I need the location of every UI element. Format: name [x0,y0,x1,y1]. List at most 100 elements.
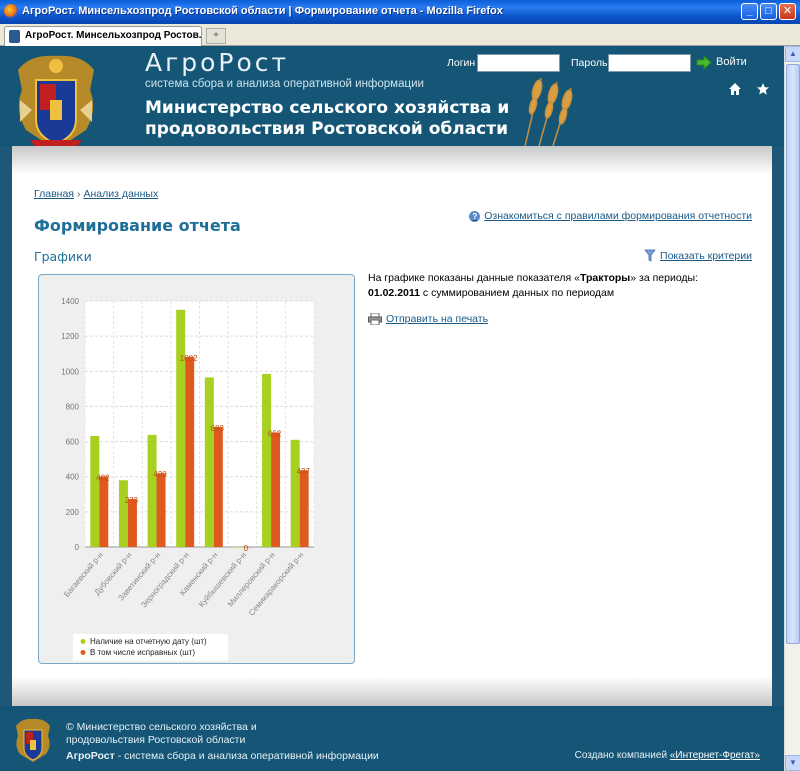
bar-total [262,373,272,547]
data-label: 1082 [180,354,198,363]
bar-working [299,470,309,547]
print-link[interactable]: Отправить на печать [368,313,488,325]
developer-link[interactable]: «Интернет-Фрегат» [670,750,760,761]
data-label: 0 [244,544,249,553]
question-icon: ? [469,210,481,222]
y-tick-label: 200 [66,508,80,517]
copyright-line-1: © Министерство сельского хозяйства и [66,721,257,733]
footer-system-desc: - система сбора и анализа оперативной ин… [114,750,379,762]
data-label: 273 [125,496,139,505]
tab-bar: АгроРост. Минсельхозпрод Ростов... + [0,24,800,46]
legend-marker [80,639,86,644]
y-tick-label: 1200 [61,332,79,341]
bar-total [204,377,214,547]
copyright-line-2: продовольствия Ростовской области [66,734,246,746]
data-label: 652 [268,429,282,438]
password-input[interactable] [608,54,691,72]
bar-working [127,499,137,547]
y-tick-label: 400 [66,473,80,482]
y-tick-label: 1000 [61,367,79,376]
breadcrumb-current-link[interactable]: Анализ данных [83,188,158,200]
x-tick-label: Семикаракорский р-н [247,551,305,618]
password-label: Пароль [571,57,608,69]
show-criteria-label: Показать критерии [660,249,752,262]
wheat-decoration-icon [524,77,573,146]
bar-total [233,547,243,548]
y-tick-label: 1400 [61,297,79,306]
green-arrow-icon [696,54,712,70]
window-title: АгроРост. Минсельхозпрод Ростовской обла… [22,5,503,17]
scroll-up-arrow-icon[interactable]: ▲ [785,46,800,62]
y-tick-label: 600 [66,438,80,447]
page-viewport: АгроРост система сбора и анализа операти… [0,46,784,771]
data-label: 402 [96,473,110,482]
vertical-scrollbar[interactable]: ▲ ▼ [784,46,800,771]
legend-label: Наличие на отчетную дату (шт) [90,637,207,646]
minimize-button[interactable]: _ [741,3,758,20]
breadcrumb-separator: › [76,188,81,200]
breadcrumb-home-link[interactable]: Главная [34,188,74,200]
ministry-line-2: продовольствия Ростовской области [145,119,509,139]
bar-total [176,309,186,547]
coat-of-arms-icon [18,55,94,150]
site-footer: © Министерство сельского хозяйства и про… [0,706,784,771]
login-button[interactable]: Войти [695,52,747,72]
data-label: 420 [153,470,167,479]
rules-link[interactable]: ? Ознакомиться с правилами формирования … [469,210,752,222]
y-tick-label: 800 [66,402,80,411]
footer-created: Создано компанией «Интернет-Фрегат» [575,750,760,761]
data-label: 683 [211,424,225,433]
scrollbar-thumb[interactable] [786,64,800,644]
desc-indicator: Тракторы [579,272,631,284]
desc-part-2: » за периоды: [630,272,699,284]
y-tick-label: 0 [75,543,80,552]
legend-label: В том числе исправных (шт) [90,648,195,657]
ministry-line-1: Министерство сельского хозяйства и [145,98,510,118]
favicon-icon [9,30,20,43]
bar-working [271,432,281,547]
maximize-button[interactable]: □ [760,3,777,20]
content-bottom-shade [12,676,772,706]
login-input[interactable] [477,54,560,72]
chart-container: 0 200 400 600 800 1000 1200 1400 402 Багаевский р… [38,274,355,664]
login-button-label: Войти [716,56,747,68]
bar-working [213,426,223,547]
login-label: Логин [447,57,476,69]
content-top-shade [12,146,772,174]
ministry-name: Министерство сельского хозяйства и продо… [145,98,509,140]
scroll-down-arrow-icon[interactable]: ▼ [785,755,800,771]
rules-link-label: Ознакомиться с правилами формирования от… [484,210,752,222]
footer-coat-of-arms-icon [16,718,50,762]
print-link-label: Отправить на печать [386,313,489,325]
data-label: 437 [297,467,311,476]
footer-system: АгроРост - система сбора и анализа опера… [66,750,379,762]
bar-total [147,434,157,547]
bar-total [118,480,128,547]
star-icon[interactable] [756,82,770,96]
footer-copyright: © Министерство сельского хозяйства и про… [66,721,257,747]
new-tab-button[interactable]: + [206,28,226,44]
show-criteria-link[interactable]: Показать критерии [644,249,752,262]
browser-tab[interactable]: АгроРост. Минсельхозпрод Ростов... [4,26,202,46]
chart-description: На графике показаны данные показателя «Т… [368,271,758,301]
desc-period: 01.02.2011 [368,287,420,299]
close-button[interactable]: ✕ [779,3,796,20]
window-titlebar: АгроРост. Минсельхозпрод Ростовской обла… [0,0,800,24]
tab-label: АгроРост. Минсельхозпрод Ростов... [25,30,202,41]
bar-total [90,435,100,547]
filter-icon [644,249,656,262]
page-title: Формирование отчета [34,216,241,235]
legend-marker [80,650,86,655]
brand-tagline: система сбора и анализа оперативной инфо… [145,78,424,90]
brand-title: АгроРост [145,48,290,77]
home-icon[interactable] [728,82,742,96]
breadcrumb: Главная › Анализ данных [34,188,158,200]
section-title: Графики [34,249,92,264]
printer-icon [368,313,382,325]
bar-total [290,439,300,547]
desc-part-1: На графике показаны данные показателя « [368,272,580,284]
main-content: Главная › Анализ данных Формирование отчет… [12,146,772,706]
bar-working [156,473,166,547]
bar-working [99,476,109,547]
site-header: АгроРост система сбора и анализа операти… [0,46,784,150]
